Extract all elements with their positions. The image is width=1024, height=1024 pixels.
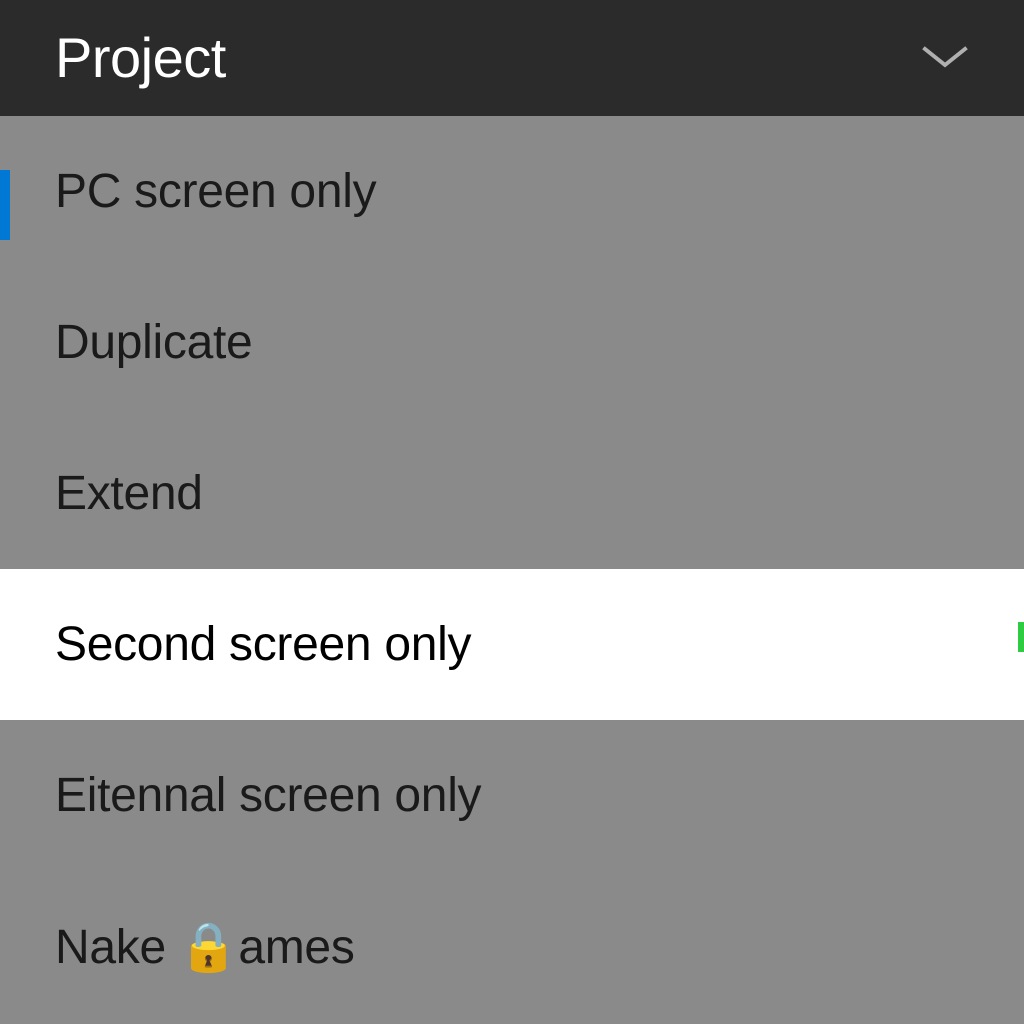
option-duplicate[interactable]: Duplicate — [0, 267, 1024, 418]
option-label: Eitennal screen only — [55, 768, 481, 823]
side-accent-green — [1018, 622, 1024, 652]
panel-header[interactable]: Project — [0, 0, 1024, 116]
display-options-list: PC screen only Duplicate Extend Second s… — [0, 116, 1024, 1024]
option-label: Second screen only — [55, 617, 471, 672]
option-eitennal-screen-only[interactable]: Eitennal screen only — [0, 720, 1024, 871]
option-second-screen-only[interactable]: Second screen only — [0, 569, 1024, 720]
option-pc-screen-only[interactable]: PC screen only — [0, 116, 1024, 267]
option-extend[interactable]: Extend — [0, 418, 1024, 569]
option-label: Extend — [55, 466, 203, 521]
project-panel: Project PC screen only Duplicate Extend … — [0, 0, 1024, 1024]
panel-title: Project — [55, 25, 226, 90]
chevron-down-icon[interactable] — [921, 43, 969, 71]
option-label: Nake 🔒ames — [55, 918, 355, 975]
option-label: Duplicate — [55, 315, 252, 370]
option-label: PC screen only — [55, 164, 376, 219]
side-accent-blue — [0, 170, 10, 240]
option-nake-ames[interactable]: Nake 🔒ames — [0, 871, 1024, 1022]
